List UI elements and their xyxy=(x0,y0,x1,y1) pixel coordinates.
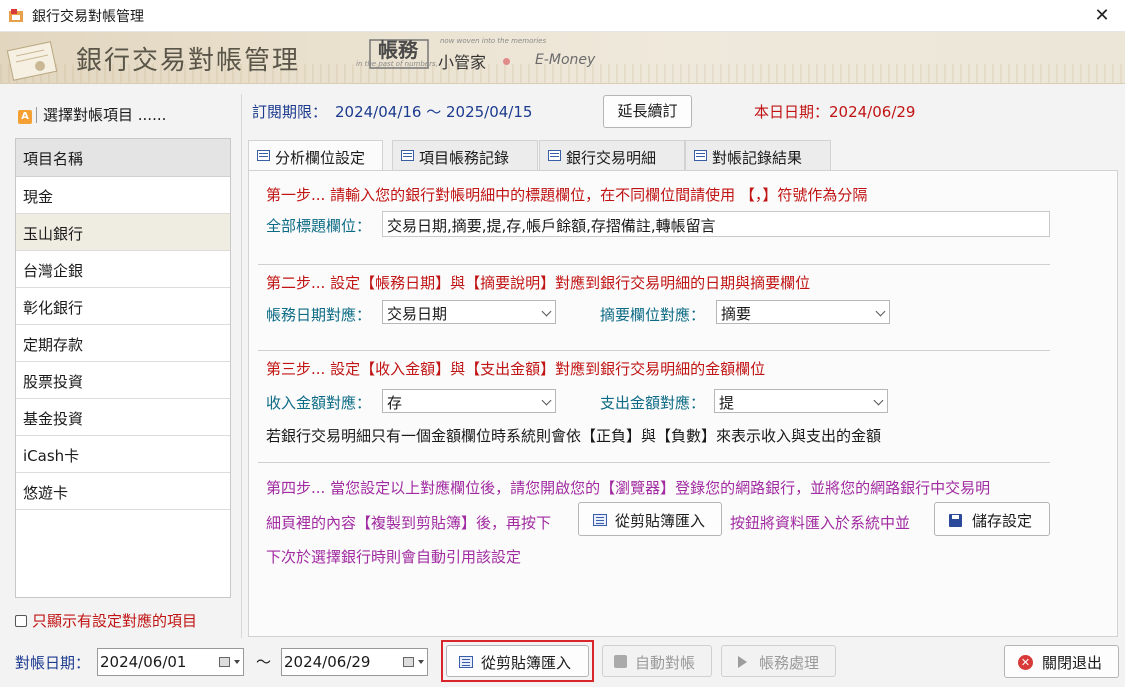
subscription-range: 2024/04/16 ～ 2025/04/15 xyxy=(335,103,533,121)
step4-line2b: 按鈕將資料匯入於系統中並 xyxy=(730,514,911,532)
item-select-label: 選擇對帳項目 ...... xyxy=(43,106,167,124)
highlight-box xyxy=(441,640,594,682)
form-icon xyxy=(694,150,707,161)
a-icon: A xyxy=(18,110,32,124)
close-icon[interactable]: ✕ xyxy=(1079,0,1125,32)
title-bar: 銀行交易對帳管理 ✕ xyxy=(0,0,1125,32)
import-clipboard-button[interactable]: 從剪貼簿匯入 xyxy=(578,502,722,536)
list-item[interactable]: 彰化銀行 xyxy=(16,288,230,325)
tab-reconcile-results[interactable]: 對帳記錄結果 xyxy=(685,140,831,170)
chevron-down-icon xyxy=(875,306,886,317)
step3-title: 第三步... 設定【收入金額】與【支出金額】對應到銀行交易明細的金額欄位 xyxy=(266,360,766,378)
auto-reconcile-button[interactable]: 自動對帳 xyxy=(602,645,712,677)
step4-line2a: 細頁裡的內容【複製到剪貼簿】後，再按下 xyxy=(266,514,552,532)
app-banner: 銀行交易對帳管理 帳務 now woven into the memories … xyxy=(0,32,1125,84)
close-exit-button[interactable]: ✕ 關閉退出 xyxy=(1004,645,1119,678)
date-mapping-label: 帳務日期對應： xyxy=(266,306,372,324)
dropdown-arrow-icon xyxy=(234,660,240,664)
income-mapping-label: 收入金額對應： xyxy=(266,394,372,412)
column-header: 項目名稱 xyxy=(16,139,230,177)
all-headers-label: 全部標題欄位： xyxy=(266,217,372,235)
chevron-down-icon xyxy=(541,306,552,317)
clipboard-icon xyxy=(593,514,607,526)
window-title: 銀行交易對帳管理 xyxy=(32,9,144,25)
step3-note: 若銀行交易明細只有一個金額欄位時系統則會依【正負】與【負數】來表示收入與支出的金… xyxy=(266,427,882,445)
step4-line3: 下次於選擇銀行時則會自動引用該設定 xyxy=(266,548,522,566)
income-mapping-select[interactable]: 存 xyxy=(382,389,556,413)
step4-line1: 第四步... 當您設定以上對應欄位後，請您開啟您的【瀏覽器】登錄您的網路銀行，並… xyxy=(266,479,991,497)
date-mapping-select[interactable]: 交易日期 xyxy=(382,300,556,324)
list-item[interactable]: 悠遊卡 xyxy=(16,473,230,510)
form-icon xyxy=(401,150,414,161)
form-icon xyxy=(548,150,561,161)
logo-tagline: now woven into the memories xyxy=(440,37,547,45)
list-item[interactable]: 定期存款 xyxy=(16,325,230,362)
chevron-down-icon xyxy=(541,395,552,406)
item-list[interactable]: 項目名稱 現金 玉山銀行 台灣企銀 彰化銀行 定期存款 股票投資 基金投資 iC… xyxy=(15,138,231,598)
list-item[interactable]: iCash卡 xyxy=(16,436,230,473)
form-icon xyxy=(257,150,270,161)
robot-icon xyxy=(614,655,627,668)
step1-title: 第一步... 請輸入您的銀行對帳明細中的標題欄位，在不同欄位間請使用 【，】符號… xyxy=(266,186,868,204)
list-item[interactable]: 台灣企銀 xyxy=(16,251,230,288)
logo-main: 帳務 xyxy=(378,38,418,62)
tab-bank-transactions[interactable]: 銀行交易明細 xyxy=(539,140,685,170)
summary-mapping-label: 摘要欄位對應： xyxy=(600,306,706,324)
calendar-icon[interactable] xyxy=(219,657,230,667)
logo-english: E-Money xyxy=(535,52,596,68)
tab-item-records[interactable]: 項目帳務記錄 xyxy=(392,140,538,170)
date-range-separator: ～ xyxy=(256,653,272,671)
summary-mapping-select[interactable]: 摘要 xyxy=(716,300,890,324)
dropdown-arrow-icon xyxy=(418,660,424,664)
today-date: 本日日期：2024/06/29 xyxy=(754,103,916,121)
checkbox-box[interactable] xyxy=(15,615,27,627)
app-icon xyxy=(9,9,23,22)
expense-mapping-select[interactable]: 提 xyxy=(714,389,888,413)
subscription-label: 訂閱期限： xyxy=(252,103,328,121)
date-from-picker[interactable]: 2024/06/01 xyxy=(97,648,244,676)
account-process-button[interactable]: 帳務處理 xyxy=(721,645,836,677)
tab-analysis-fields[interactable]: 分析欄位設定 xyxy=(248,140,383,171)
save-settings-button[interactable]: 儲存設定 xyxy=(934,502,1050,536)
logo-dot xyxy=(503,58,510,65)
list-item[interactable]: 現金 xyxy=(16,177,230,214)
close-circle-icon: ✕ xyxy=(1018,655,1033,670)
only-show-configured-checkbox[interactable]: 只顯示有設定對應的項目 xyxy=(15,610,197,631)
save-icon xyxy=(949,514,962,527)
logo-sub: 小管家 xyxy=(438,53,487,72)
list-item[interactable]: 玉山銀行 xyxy=(16,214,230,251)
step2-title: 第二步... 設定【帳務日期】與【摘要說明】對應到銀行交易明細的日期與摘要欄位 xyxy=(266,274,811,292)
expense-mapping-label: 支出金額對應： xyxy=(600,394,706,412)
envelope-decoration-icon xyxy=(6,41,58,81)
item-select-header: A 選擇對帳項目 ...... xyxy=(18,104,166,125)
logo-tagline: in the past of numbers, xyxy=(356,60,438,68)
play-icon xyxy=(738,656,747,668)
chevron-down-icon xyxy=(873,395,884,406)
list-item[interactable]: 股票投資 xyxy=(16,362,230,399)
banner-title: 銀行交易對帳管理 xyxy=(76,46,301,76)
list-item[interactable]: 基金投資 xyxy=(16,399,230,436)
reconcile-date-label: 對帳日期： xyxy=(15,654,91,672)
all-headers-input[interactable]: 交易日期,摘要,提,存,帳戶餘額,存摺備註,轉帳留言 xyxy=(382,211,1050,237)
extend-subscription-button[interactable]: 延長續訂 xyxy=(603,95,692,128)
calendar-icon[interactable] xyxy=(403,657,414,667)
date-to-picker[interactable]: 2024/06/29 xyxy=(281,648,428,676)
only-show-configured-label: 只顯示有設定對應的項目 xyxy=(32,612,198,630)
